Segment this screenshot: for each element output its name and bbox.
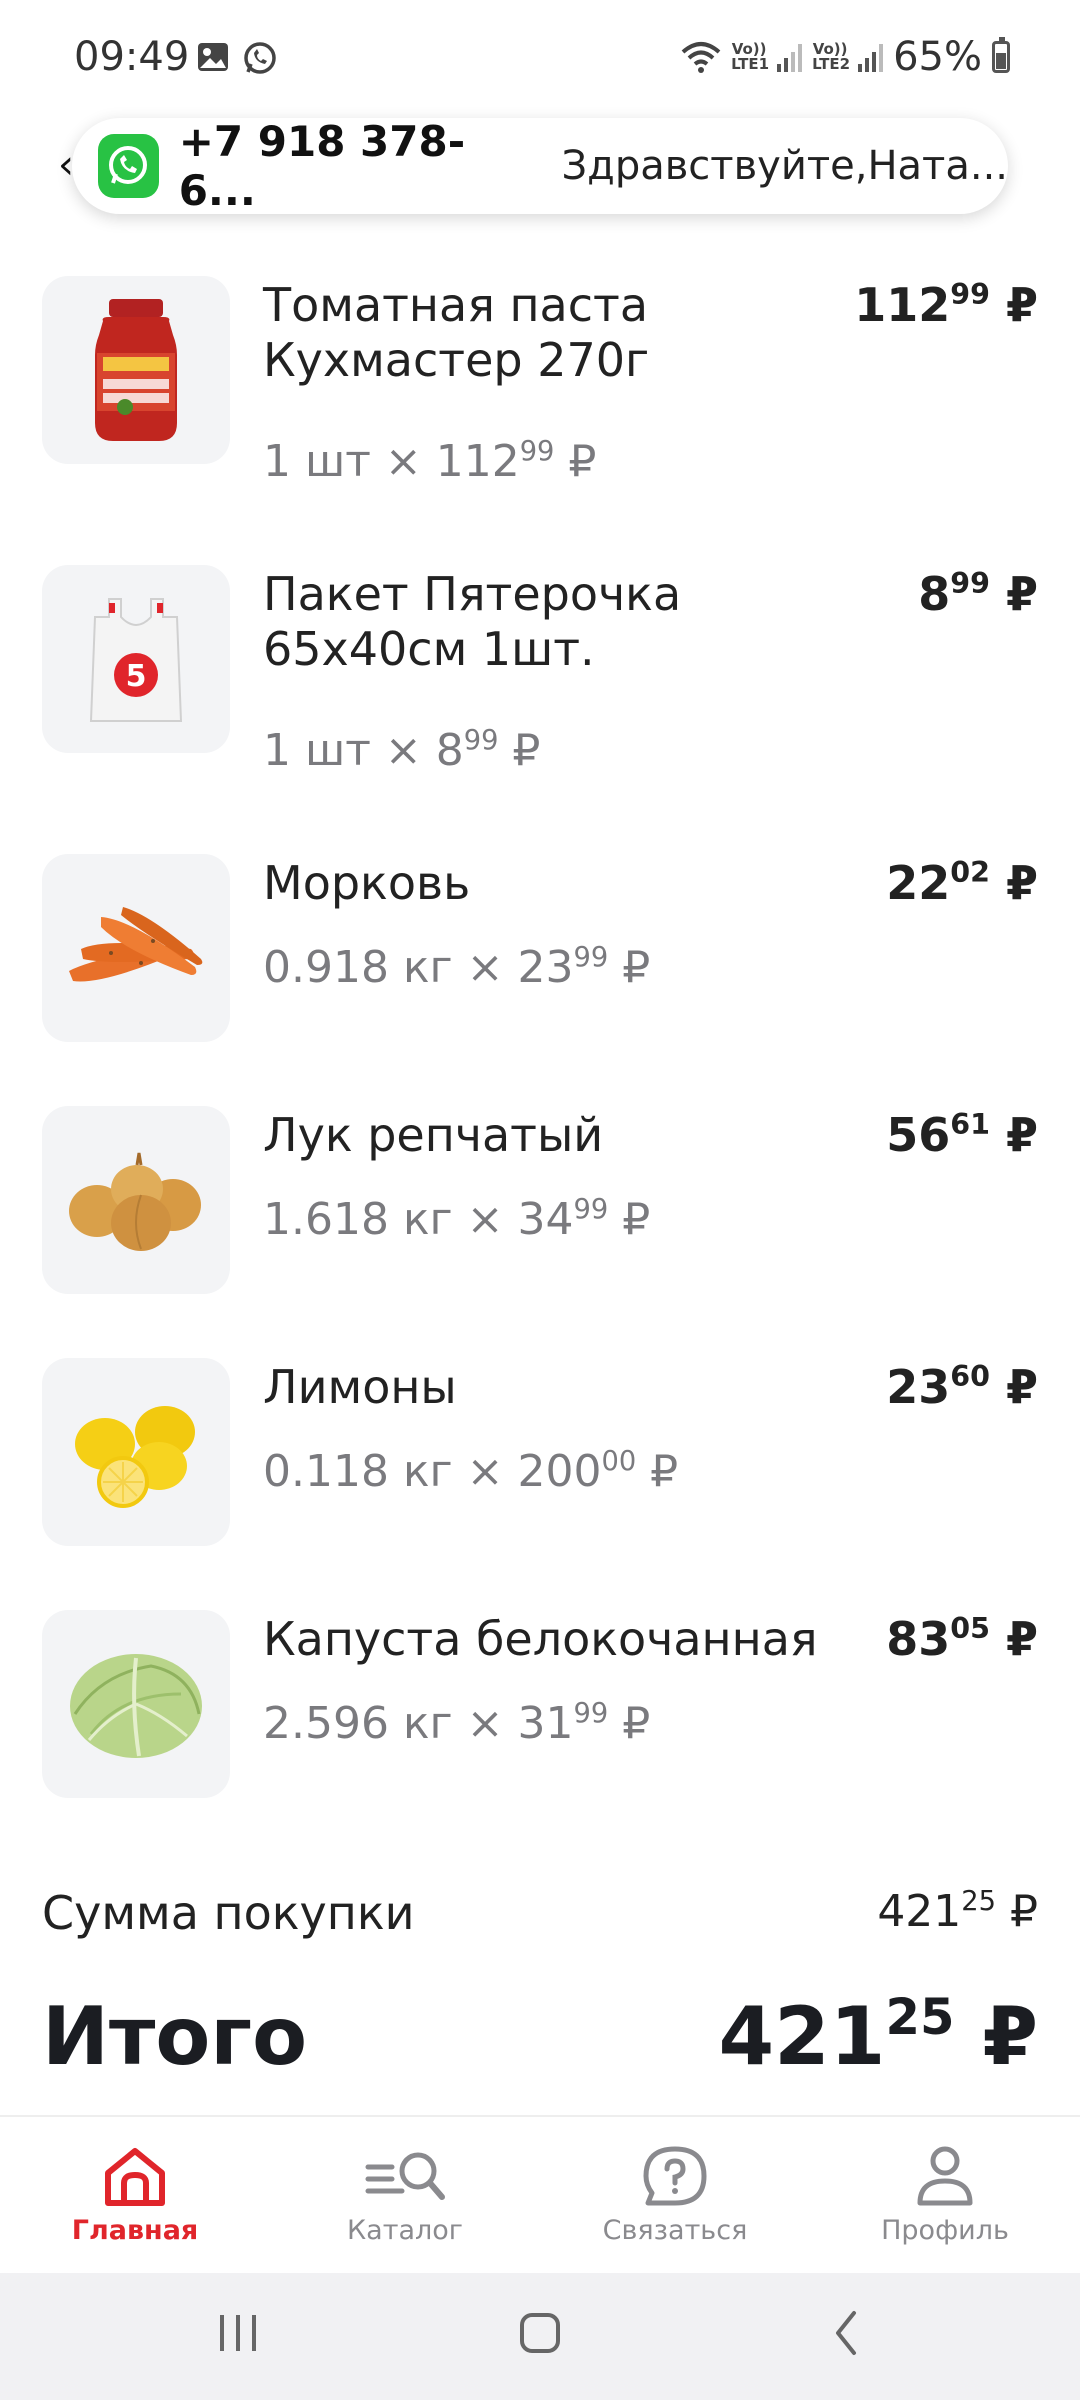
item-name: Томатная паста Кухмастер 270г	[263, 278, 650, 387]
tab-profile-label: Профиль	[881, 2215, 1009, 2246]
total-value: 42125 ₽	[718, 1988, 1038, 2083]
recent-apps-icon[interactable]	[216, 2303, 260, 2363]
tab-catalog-label: Каталог	[347, 2215, 463, 2246]
subtotal-label: Сумма покупки	[42, 1886, 415, 1940]
item-price: 2202 ₽	[886, 855, 1038, 910]
product-image-cabbage	[42, 1610, 230, 1798]
profile-icon	[917, 2146, 973, 2206]
item-quantity: 0.118 кг × 20000 ₽	[263, 1445, 679, 1497]
lte2-indicator: Vo)) LTE2	[812, 40, 851, 73]
catalog-search-icon	[365, 2152, 445, 2200]
whatsapp-status-icon	[244, 42, 276, 74]
item-quantity: 1 шт × 11299 ₽	[263, 435, 597, 487]
chevron-left-icon[interactable]: ‹	[58, 142, 74, 188]
tab-contact[interactable]: Связаться	[540, 2117, 810, 2275]
svg-text:5: 5	[126, 659, 147, 694]
bottom-nav: Главная Каталог Связаться Профиль	[0, 2115, 1080, 2275]
lte1-indicator: Vo)) LTE1	[731, 40, 770, 73]
home-icon	[105, 2148, 165, 2206]
system-nav-bar	[0, 2273, 1080, 2400]
item-price: 2360 ₽	[886, 1359, 1038, 1414]
battery-icon	[992, 37, 1010, 73]
item-name: Лук репчатый	[263, 1108, 604, 1162]
item-name: Пакет Пятерочка 65х40см 1шт.	[263, 567, 682, 676]
tab-profile[interactable]: Профиль	[810, 2117, 1080, 2275]
tab-catalog[interactable]: Каталог	[270, 2117, 540, 2275]
signal-bars-2-icon	[858, 42, 884, 72]
tab-contact-label: Связаться	[602, 2215, 748, 2246]
item-quantity: 2.596 кг × 3199 ₽	[263, 1697, 651, 1749]
item-price: 11299 ₽	[854, 277, 1038, 332]
caller-phone: +7 918 378-6...	[178, 117, 466, 215]
product-image-tomato-paste	[42, 276, 230, 464]
signal-bars-1-icon	[777, 42, 803, 72]
total-label: Итого	[42, 1990, 308, 2083]
help-chat-icon	[643, 2146, 707, 2206]
item-price: 5661 ₽	[886, 1107, 1038, 1162]
wifi-icon	[681, 42, 721, 73]
tab-home[interactable]: Главная	[0, 2117, 270, 2275]
item-name: Капуста белокочанная	[263, 1612, 818, 1666]
subtotal-value: 42125 ₽	[877, 1885, 1038, 1937]
item-quantity: 1 шт × 899 ₽	[263, 724, 541, 776]
whatsapp-call-bar[interactable]: ‹ +7 918 378-6... Здравствуйте,Ната...	[58, 117, 1008, 215]
item-price: 899 ₽	[918, 566, 1038, 621]
gallery-icon	[198, 43, 228, 71]
product-image-lemons	[42, 1358, 230, 1546]
item-quantity: 1.618 кг × 3499 ₽	[263, 1193, 651, 1245]
item-name: Морковь	[263, 856, 471, 910]
message-preview: Здравствуйте,Ната...	[561, 143, 1008, 189]
item-name: Лимоны	[263, 1360, 457, 1414]
battery-percent: 65%	[893, 34, 982, 80]
status-bar: 09:49 Vo)) LTE1 Vo)) LTE2 65%	[0, 0, 1080, 120]
status-time: 09:49	[74, 34, 190, 80]
home-button-icon[interactable]	[518, 2303, 562, 2363]
product-image-bag: 5	[42, 565, 230, 753]
product-image-carrot	[42, 854, 230, 1042]
item-quantity: 0.918 кг × 2399 ₽	[263, 941, 651, 993]
whatsapp-icon	[98, 134, 159, 198]
back-icon[interactable]	[826, 2303, 870, 2363]
product-image-onion	[42, 1106, 230, 1294]
item-price: 8305 ₽	[886, 1611, 1038, 1666]
tab-home-label: Главная	[71, 2215, 199, 2246]
